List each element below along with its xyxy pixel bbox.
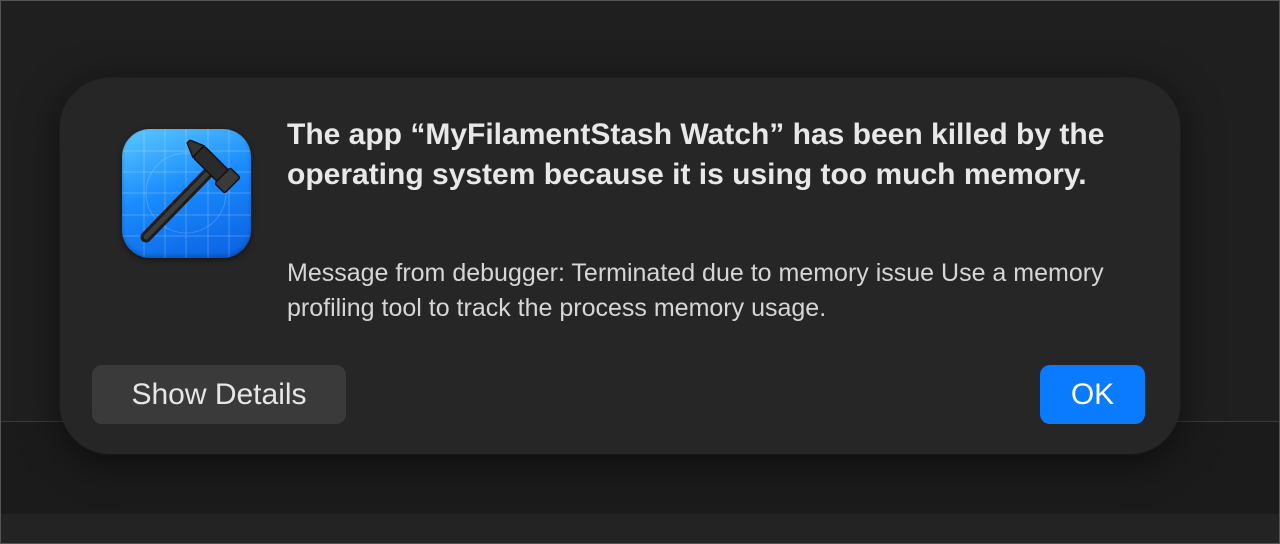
background-bottom-bar: [1, 514, 1279, 543]
alert-title: The app “MyFilamentStash Watch” has been…: [287, 118, 1105, 191]
ok-button[interactable]: OK: [1040, 365, 1145, 424]
hammer-graphic: [122, 129, 251, 258]
alert-message: Message from debugger: Terminated due to…: [287, 259, 1104, 322]
xcode-hammer-icon: [122, 129, 251, 258]
show-details-button[interactable]: Show Details: [92, 365, 346, 424]
